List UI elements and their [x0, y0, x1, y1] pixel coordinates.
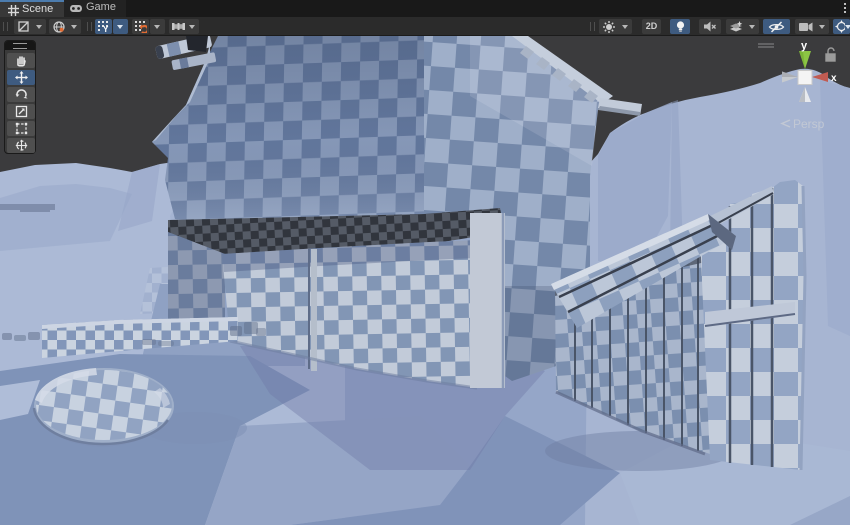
svg-text:y: y [801, 40, 808, 52]
svg-text:Y: Y [103, 25, 109, 32]
svg-text:Persp: Persp [793, 117, 825, 131]
svg-text:x: x [831, 73, 837, 84]
